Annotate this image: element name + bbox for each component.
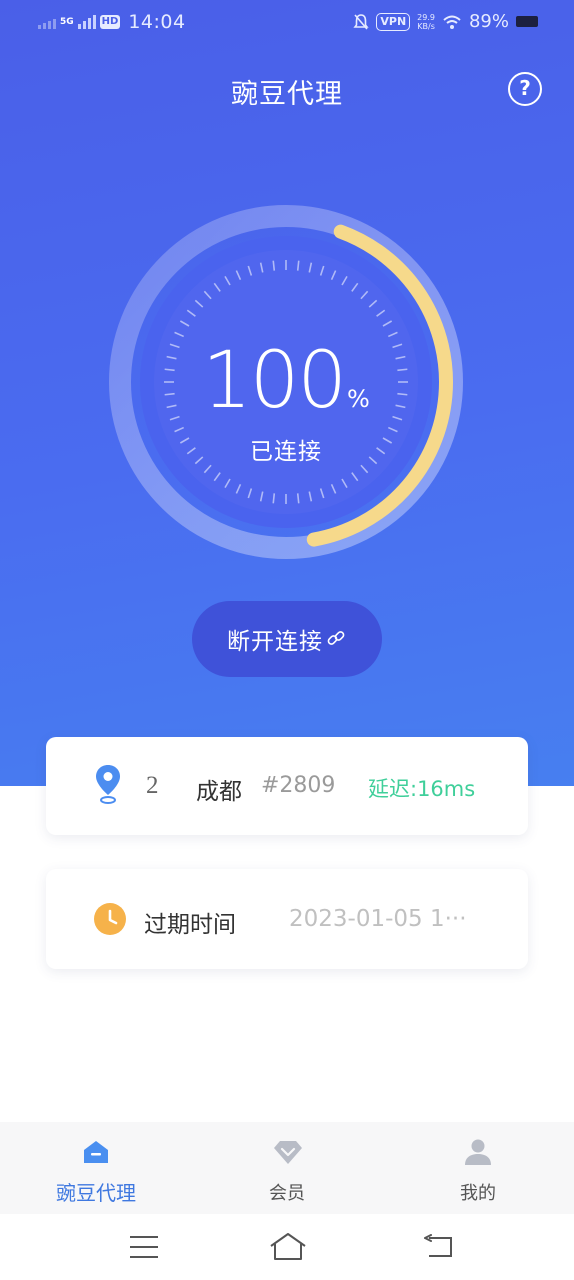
system-nav-bar	[0, 1214, 574, 1280]
wifi-icon	[443, 15, 461, 29]
mute-bell-icon	[353, 13, 369, 30]
status-time: 14:04	[128, 11, 186, 33]
net-speed-value: 29.9	[417, 12, 435, 22]
user-icon	[465, 1139, 491, 1165]
server-latency: 延迟:16ms	[368, 777, 476, 801]
question-circle-icon[interactable]: ?	[508, 72, 542, 106]
status-bar: 5G HD 14:04 VPN 29.9 KB/s 89%	[0, 0, 574, 46]
expiry-label: 过期时间	[144, 912, 236, 938]
clock-icon	[94, 903, 126, 935]
home-icon	[84, 1141, 108, 1163]
net-speed: 29.9 KB/s	[417, 13, 435, 31]
expiry-card: 过期时间 2023-01-05 1···	[46, 869, 528, 969]
signal-icon-2	[77, 15, 96, 29]
tab-mine-label: 我的	[460, 1183, 496, 1204]
tab-member-label: 会员	[269, 1183, 305, 1204]
tab-member[interactable]: 会员	[217, 1122, 357, 1214]
battery-icon	[516, 16, 538, 27]
server-number: 2	[146, 772, 159, 799]
menu-icon[interactable]	[129, 1234, 159, 1260]
network-type: 5G	[60, 16, 74, 27]
gauge-tick	[272, 260, 276, 271]
percent-display: 100%	[100, 336, 472, 426]
home-nav-icon[interactable]	[269, 1232, 307, 1262]
link-icon	[327, 631, 345, 645]
expiry-value: 2023-01-05 1···	[289, 906, 467, 932]
diamond-icon	[274, 1141, 302, 1164]
server-city: 成都	[196, 779, 242, 805]
tab-home-label: 豌豆代理	[56, 1181, 136, 1205]
bottom-tab-bar: 豌豆代理 会员 我的	[0, 1122, 574, 1214]
connection-status: 已连接	[250, 439, 322, 465]
page-title: 豌豆代理	[231, 79, 343, 110]
hd-badge: HD	[99, 15, 121, 29]
gauge-tick	[272, 493, 276, 504]
server-id: #2809	[261, 773, 336, 798]
server-card[interactable]: 2 成都 #2809 延迟:16ms	[46, 737, 528, 835]
disconnect-button[interactable]: 断开连接	[192, 601, 382, 677]
vpn-badge: VPN	[376, 12, 411, 31]
gauge-tick	[296, 260, 300, 271]
back-icon[interactable]	[423, 1234, 453, 1260]
location-pin-icon	[96, 765, 120, 804]
disconnect-label: 断开连接	[227, 629, 323, 655]
tab-mine[interactable]: 我的	[408, 1122, 548, 1214]
gauge-tick	[296, 493, 300, 504]
connection-gauge: 100% 已连接	[100, 196, 472, 568]
battery-percent: 89%	[468, 11, 509, 32]
net-speed-unit: KB/s	[417, 21, 435, 31]
tab-home[interactable]: 豌豆代理	[26, 1122, 166, 1214]
percent-value: 100	[202, 336, 347, 426]
signal-icon	[38, 15, 56, 29]
percent-unit: %	[347, 385, 370, 413]
